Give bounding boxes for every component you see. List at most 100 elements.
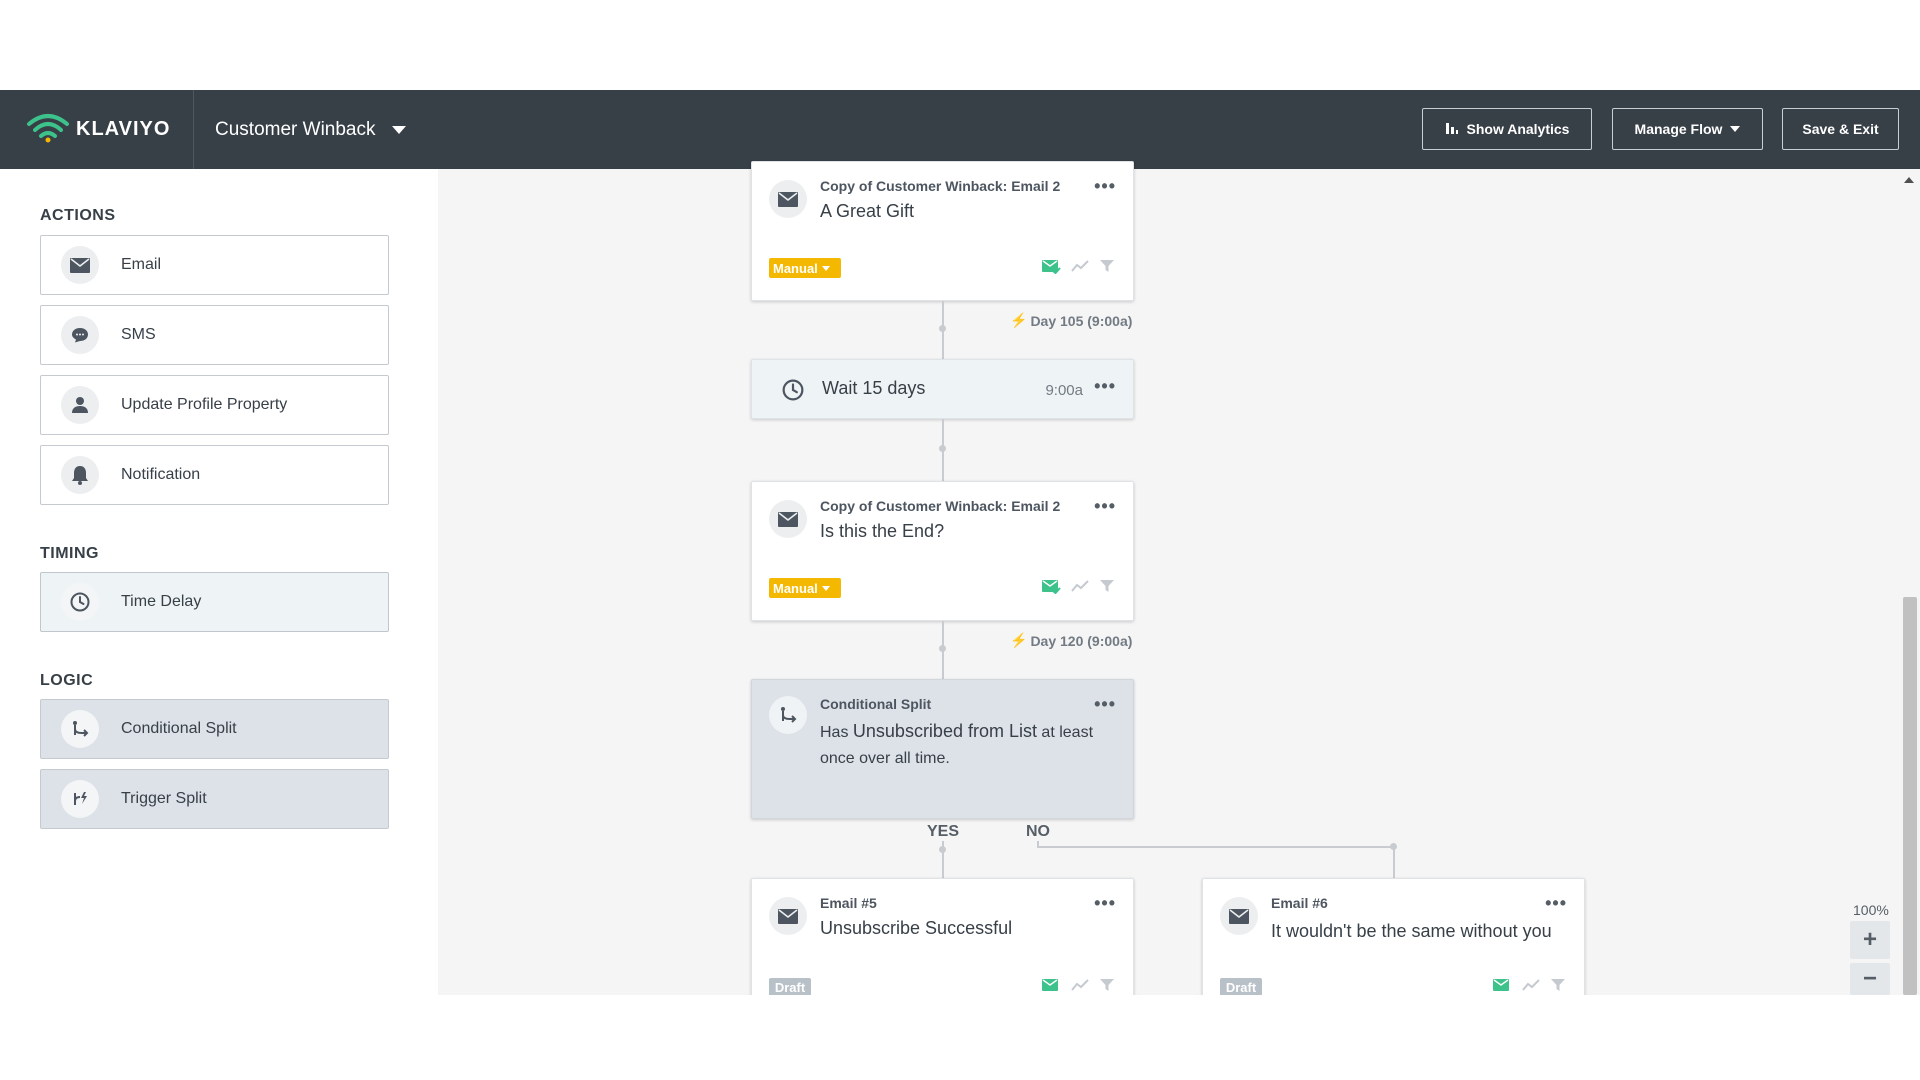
email-check-icon — [1041, 977, 1061, 995]
card-title: Is this the End? — [820, 521, 945, 541]
card-subtitle: Conditional Split — [820, 696, 932, 712]
sidebar-item-notification[interactable]: Notification — [40, 445, 389, 505]
condition-prefix: Has — [820, 724, 853, 741]
card-title: Unsubscribe Successful — [820, 918, 1013, 938]
more-options-icon[interactable]: ••• — [1094, 176, 1116, 197]
email-card-it-wouldnt-be-the-same[interactable]: Email #6 It wouldn't be the same without… — [1202, 878, 1585, 995]
more-options-icon[interactable]: ••• — [1094, 376, 1116, 397]
connector-dot — [939, 325, 946, 332]
email-check-icon — [1041, 578, 1061, 599]
sidebar-item-label: Email — [121, 256, 162, 273]
sidebar-item-time-delay[interactable]: Time Delay — [40, 572, 389, 632]
chevron-down-icon — [821, 585, 830, 591]
trigger-split-icon — [61, 780, 99, 818]
wait-title: Wait 15 days — [822, 378, 926, 398]
sidebar-item-conditional-split[interactable]: Conditional Split — [40, 699, 389, 759]
logic-section-title: LOGIC — [40, 672, 94, 689]
chevron-down-icon — [1730, 126, 1741, 132]
no-branch-label: NO — [1026, 823, 1050, 840]
sidebar-item-trigger-split[interactable]: Trigger Split — [40, 769, 389, 829]
chat-bubble-icon — [61, 316, 99, 354]
card-title: It wouldn't be the same without you — [1271, 921, 1552, 941]
split-condition: Has Unsubscribed from List at least once … — [820, 718, 1120, 772]
yes-branch-label: YES — [927, 823, 960, 840]
zoom-in-button[interactable]: + — [1850, 921, 1890, 959]
card-subtitle: Email #5 — [820, 895, 877, 911]
connector-line — [942, 419, 944, 489]
header-divider — [193, 90, 194, 169]
sidebar-item-label: Time Delay — [121, 593, 202, 610]
connector-line — [1393, 847, 1395, 879]
email-check-icon — [1041, 258, 1061, 279]
connector-line — [1037, 846, 1394, 848]
bell-icon — [61, 456, 99, 494]
wifi-logo-icon — [26, 111, 70, 148]
filter-icon — [1099, 259, 1115, 278]
flow-name-dropdown[interactable]: Customer Winback — [215, 90, 406, 169]
day-label-text: Day 105 (9:00a) — [1030, 312, 1133, 329]
trend-icon — [1522, 978, 1540, 995]
more-options-icon[interactable]: ••• — [1094, 893, 1116, 914]
draft-status-badge: Draft — [1220, 978, 1262, 995]
card-footer-icons — [1041, 258, 1115, 279]
more-options-icon[interactable]: ••• — [1545, 893, 1567, 914]
manual-status-badge[interactable]: Manual — [769, 578, 841, 598]
wait-card[interactable]: Wait 15 days 9:00a ••• — [751, 359, 1134, 419]
scrollbar-thumb[interactable] — [1903, 597, 1917, 995]
email-card-unsubscribe-successful[interactable]: Email #5 Unsubscribe Successful ••• Draf… — [751, 878, 1134, 995]
sidebar-item-label: Conditional Split — [121, 720, 237, 737]
sidebar-item-label: Notification — [121, 466, 201, 483]
actions-section-title: ACTIONS — [40, 207, 116, 224]
email-card-a-great-gift[interactable]: Copy of Customer Winback: Email 2 A Grea… — [751, 161, 1134, 301]
badge-label: Manual — [773, 260, 818, 276]
sidebar-item-label: Trigger Split — [121, 790, 207, 807]
email-check-icon — [1492, 977, 1512, 995]
envelope-icon — [769, 897, 807, 935]
conditional-split-card[interactable]: Conditional Split Has Unsubscribed from … — [751, 679, 1134, 819]
lightning-icon: ⚡ — [1010, 632, 1028, 648]
clock-icon — [61, 583, 99, 621]
envelope-icon — [1220, 897, 1258, 935]
envelope-icon — [61, 246, 99, 284]
envelope-icon — [769, 500, 807, 538]
filter-icon — [1099, 579, 1115, 598]
trend-icon — [1071, 978, 1089, 995]
show-analytics-button[interactable]: Show Analytics — [1422, 108, 1592, 150]
klaviyo-logo[interactable]: KLAVIYO — [26, 112, 170, 146]
sidebar: ACTIONS Email SMS Update Profile Propert… — [0, 169, 438, 995]
more-options-icon[interactable]: ••• — [1094, 694, 1116, 715]
email-card-is-this-the-end[interactable]: Copy of Customer Winback: Email 2 Is thi… — [751, 481, 1134, 621]
manage-flow-button[interactable]: Manage Flow — [1612, 108, 1763, 150]
trend-icon — [1071, 259, 1089, 278]
card-subtitle: Copy of Customer Winback: Email 2 — [820, 178, 1061, 194]
zoom-level: 100% — [1853, 902, 1889, 918]
person-icon — [61, 386, 99, 424]
zoom-out-button[interactable]: − — [1850, 963, 1890, 995]
draft-status-badge: Draft — [769, 978, 811, 995]
day-label: ⚡ Day 105 (9:00a) — [1010, 312, 1132, 329]
sidebar-item-sms[interactable]: SMS — [40, 305, 389, 365]
flow-canvas[interactable]: Copy of Customer Winback: Email 2 A Grea… — [438, 161, 1898, 995]
scroll-up-arrow-icon[interactable] — [1904, 177, 1914, 183]
condition-suffix: at least — [1036, 724, 1094, 741]
chevron-down-icon — [821, 265, 830, 271]
more-options-icon[interactable]: ••• — [1094, 496, 1116, 517]
brand-name: KLAVIYO — [76, 117, 171, 140]
save-exit-button[interactable]: Save & Exit — [1782, 108, 1899, 150]
lightning-icon: ⚡ — [1010, 312, 1028, 328]
trend-icon — [1071, 579, 1089, 598]
sidebar-item-label: Update Profile Property — [121, 396, 288, 413]
sidebar-item-update-profile-property[interactable]: Update Profile Property — [40, 375, 389, 435]
sidebar-item-email[interactable]: Email — [40, 235, 389, 295]
split-icon — [769, 696, 807, 734]
timing-section-title: TIMING — [40, 545, 99, 562]
manual-status-badge[interactable]: Manual — [769, 258, 841, 278]
badge-label: Manual — [773, 580, 818, 596]
filter-icon — [1550, 978, 1566, 995]
split-icon — [61, 710, 99, 748]
vertical-scrollbar[interactable] — [1898, 169, 1920, 995]
manage-flow-label: Manage Flow — [1634, 121, 1723, 137]
card-footer-icons — [1492, 977, 1566, 995]
card-footer-icons — [1041, 977, 1115, 995]
clock-icon — [774, 371, 812, 409]
